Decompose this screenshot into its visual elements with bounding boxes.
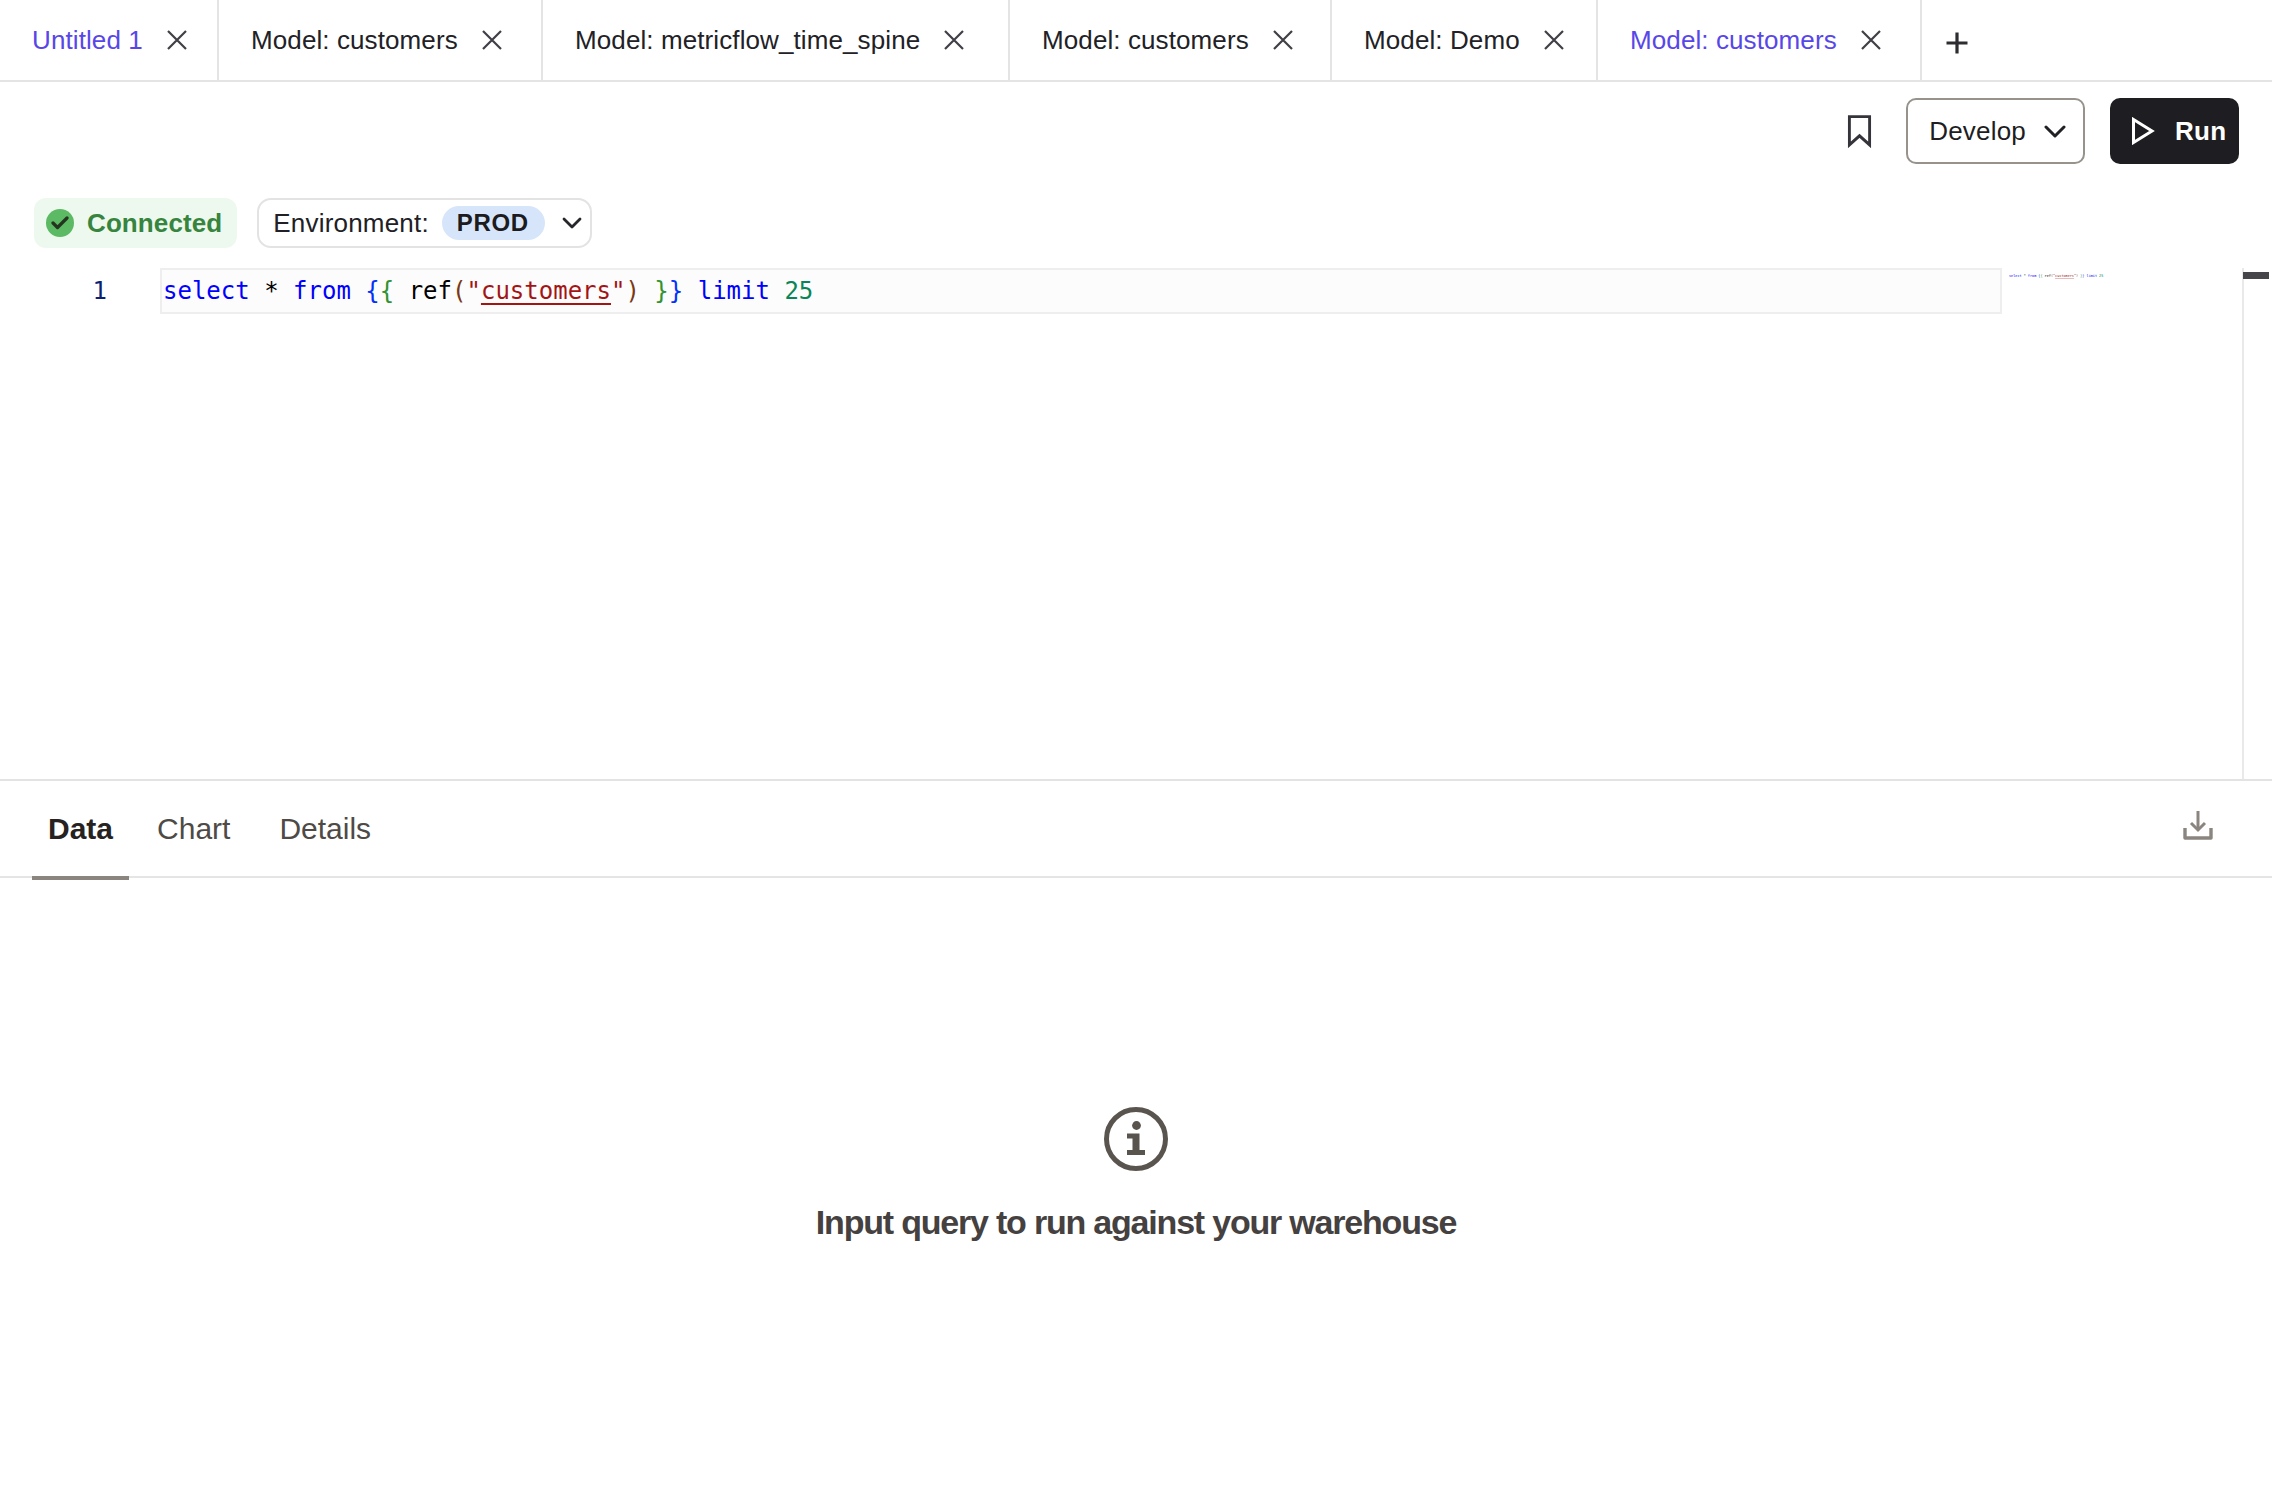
code-token	[394, 277, 408, 305]
results-tab[interactable]: Data	[32, 780, 129, 877]
run-button-label: Run	[2175, 116, 2226, 147]
code-token: {	[380, 277, 394, 305]
empty-state: Input query to run against your warehous…	[0, 1106, 2272, 1242]
status-row: Connected Environment: PROD	[34, 198, 592, 248]
overview-ruler-cursor-mark	[2243, 272, 2269, 279]
code-token	[250, 277, 264, 305]
editor-tab-label: Model: Demo	[1364, 25, 1520, 56]
code-token: }	[654, 277, 668, 305]
code-token: *	[264, 277, 278, 305]
code-token: }	[669, 277, 683, 305]
toolbar: Develop Run	[0, 82, 2272, 180]
tab-close-icon[interactable]	[1859, 28, 1883, 52]
code-token	[279, 277, 293, 305]
tab-close-icon[interactable]	[942, 28, 966, 52]
line-number: 1	[0, 268, 107, 314]
tab-close-icon[interactable]	[165, 28, 189, 52]
code-token	[351, 277, 365, 305]
develop-button-label: Develop	[1929, 116, 2026, 147]
code-token: customers	[481, 277, 611, 305]
code-token	[770, 277, 784, 305]
develop-button[interactable]: Develop	[1906, 98, 2085, 164]
results-panel: Data Chart Details Input	[0, 779, 2272, 1486]
code-token	[683, 277, 697, 305]
code-token	[640, 277, 654, 305]
run-button[interactable]: Run	[2110, 98, 2239, 164]
connection-status-badge: Connected	[34, 198, 237, 248]
editor-tab[interactable]: Model: customers	[219, 0, 543, 80]
environment-label: Environment:	[273, 208, 429, 239]
code-token: {	[365, 277, 379, 305]
editor-tab[interactable]: Model: customers	[1598, 0, 1922, 80]
code-token: "	[611, 277, 625, 305]
editor-tab-bar: Untitled 1 Model: customers Model: metri…	[0, 0, 2272, 82]
code-token: limit	[698, 277, 770, 305]
code-editor[interactable]: 1 select * from {{ ref("customers") }} l…	[0, 264, 2272, 779]
code-token: 25	[2099, 274, 2103, 278]
chevron-down-icon	[562, 217, 582, 229]
environment-value-chip: PROD	[442, 206, 545, 240]
editor-tab[interactable]: Model: customers	[1010, 0, 1332, 80]
info-icon	[1103, 1106, 1169, 1172]
connected-label: Connected	[87, 208, 222, 239]
tab-close-icon[interactable]	[1542, 28, 1566, 52]
results-body: Input query to run against your warehous…	[0, 878, 2272, 1485]
play-icon	[2131, 117, 2155, 145]
code-line[interactable]: select * from {{ ref("customers") }} lim…	[163, 268, 813, 314]
chevron-down-icon	[2044, 125, 2066, 138]
new-tab-button[interactable]	[1945, 31, 1969, 55]
code-token: "	[466, 277, 480, 305]
connected-check-icon	[46, 209, 74, 237]
environment-selector[interactable]: Environment: PROD	[257, 198, 591, 248]
bookmark-icon[interactable]	[1847, 114, 1872, 148]
results-tab-bar: Data Chart Details	[0, 781, 2272, 878]
code-token: ref	[409, 277, 452, 305]
code-token: customers	[2055, 274, 2074, 278]
editor-tab-label: Model: customers	[251, 25, 458, 56]
editor-tab-label: Model: customers	[1630, 25, 1837, 56]
results-tab[interactable]: Details	[261, 780, 389, 877]
tab-close-icon[interactable]	[480, 28, 504, 52]
results-tab-label: Data	[48, 812, 113, 846]
results-tab-label: Details	[279, 812, 371, 846]
editor-tab[interactable]: Model: Demo	[1332, 0, 1598, 80]
code-token: limit	[2087, 274, 2097, 278]
editor-tab[interactable]: Untitled 1	[0, 0, 219, 80]
minimap[interactable]: select * from {{ ref("customers") }} lim…	[2009, 273, 2103, 280]
environment-value: PROD	[457, 209, 529, 237]
tab-close-icon[interactable]	[1271, 28, 1295, 52]
download-icon[interactable]	[2181, 808, 2215, 842]
code-token: from	[293, 277, 351, 305]
overview-ruler-border	[2242, 268, 2244, 779]
editor-tab-label: Untitled 1	[32, 25, 143, 56]
results-tab-label: Chart	[157, 812, 230, 846]
code-token: (	[452, 277, 466, 305]
results-tab[interactable]: Chart	[139, 780, 248, 877]
code-token: )	[625, 277, 639, 305]
code-token: select	[2009, 274, 2022, 278]
code-token: from	[2028, 274, 2036, 278]
editor-tab[interactable]: Model: metricflow_time_spine	[543, 0, 1010, 80]
code-token: select	[163, 277, 250, 305]
editor-tab-label: Model: customers	[1042, 25, 1249, 56]
empty-state-message: Input query to run against your warehous…	[816, 1203, 1456, 1242]
editor-tab-label: Model: metricflow_time_spine	[575, 25, 920, 56]
code-token: 25	[784, 277, 813, 305]
